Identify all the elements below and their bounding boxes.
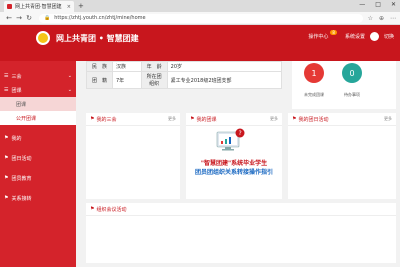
main-content: 民 族 汉族 年 龄 20岁 团 籍 7年 所在团组织 紧工专业2018级2班团… (76, 61, 400, 267)
back-icon[interactable]: ← (4, 14, 14, 22)
sidebar-subitem-tuanke[interactable]: 团课 (0, 97, 76, 111)
panel-my-sanhui: ⚑ 我的三会 更多 (86, 113, 180, 199)
new-tab-button[interactable]: + (78, 1, 84, 12)
league-age-label: 团 籍 (86, 71, 113, 89)
computer-illustration-icon: ? (216, 128, 245, 151)
panel-title: 组织会议活动 (96, 206, 127, 213)
org-value: 紧工专业2018级2班团支部 (166, 71, 283, 89)
sidebar-item-league-day[interactable]: ⚑ 团日活动 (0, 151, 76, 165)
flag-icon: ⚑ (4, 135, 9, 141)
sidebar-item-label: 关系接转 (11, 195, 32, 202)
window-controls: — □ ✕ (359, 1, 396, 8)
tab-close-icon[interactable]: × (67, 4, 71, 10)
collections-icon[interactable]: ⊕ (379, 15, 384, 22)
more-link[interactable]: 更多 (270, 116, 278, 122)
sidebar-subitem-public-tuanke[interactable]: 公开团课 (0, 111, 76, 125)
url-field[interactable]: 🔒 https://zhtj.youth.cn/zhtj/mine/home (39, 13, 363, 23)
unfinished-count[interactable]: 1 (304, 63, 324, 83)
maximize-button[interactable]: □ (375, 1, 381, 8)
table-row: 团 籍 7年 所在团组织 紧工专业2018级2班团支部 (86, 71, 283, 89)
flag-icon: ⚑ (190, 116, 195, 122)
ethnicity-value: 汉族 (112, 61, 142, 72)
guide-banner-line1[interactable]: "智慧团建"系统毕业学生 (186, 158, 282, 167)
unfinished-label: 未完成团课 (304, 92, 324, 97)
more-icon[interactable]: ⋯ (390, 15, 396, 22)
sidebar-item-label: 三会 (11, 73, 22, 80)
pending-count[interactable]: 0 (342, 63, 362, 83)
panel-title: 我的团课 (196, 116, 217, 123)
league-emblem-icon (36, 31, 50, 45)
age-label: 年 龄 (140, 61, 168, 72)
table-row: 民 族 汉族 年 龄 20岁 (86, 61, 283, 72)
avatar[interactable] (369, 32, 379, 41)
settings-link[interactable]: 系统设置 (345, 33, 365, 40)
flag-icon: ⚑ (292, 116, 297, 122)
flag-icon: ⚑ (4, 195, 9, 201)
menu-icon: ☰ (4, 73, 9, 79)
ops-center-link[interactable]: 操作中心 (308, 33, 328, 40)
member-info-table: 民 族 汉族 年 龄 20岁 团 籍 7年 所在团组织 紧工专业2018级2班团… (86, 61, 283, 89)
star-icon[interactable]: ☆ (368, 15, 373, 22)
browser-tools: ☆ ⊕ ⋯ (368, 15, 396, 22)
svg-text:?: ? (239, 130, 242, 137)
flag-icon: ⚑ (4, 155, 9, 161)
sidebar-item-label: 团员教育 (11, 175, 32, 182)
tab-title: 网上共青团·智慧团建 (15, 4, 62, 10)
sidebar-item-label: 团日活动 (11, 155, 32, 162)
sidebar-item-transfer[interactable]: ⚑ 关系接转 (0, 191, 76, 205)
more-link[interactable]: 更多 (384, 116, 392, 122)
page-body: ☰ 三会 ⌄ ☰ 团课 ⌄ 团课 公开团课 ⚑ 我的 ⚑ 团日活动 ⚑ 团员教育… (0, 61, 400, 267)
guide-banner-line2[interactable]: 团员团组织关系转接操作指引 (186, 167, 282, 176)
sidebar-item-tuanke[interactable]: ☰ 团课 ⌄ (0, 83, 76, 97)
panel-org-meetings: ⚑ 组织会议活动 (86, 203, 396, 263)
site-header: 网上共青团 • 智慧团建 操作中心 8 系统设置 切换 (0, 25, 400, 61)
chevron-down-icon: ⌄ (67, 73, 72, 79)
url-text: https://zhtj.youth.cn/zhtj/mine/home (54, 15, 146, 21)
switch-link[interactable]: 切换 (384, 33, 394, 40)
pending-label: 待办事项 (344, 92, 360, 97)
chevron-down-icon: ⌄ (67, 87, 72, 93)
panel-my-tuanke: ⚑ 我的团课 更多 ? "智慧团建"系统毕业学生 团员团组织关系转接操作指引 (186, 113, 282, 199)
sidebar-item-education[interactable]: ⚑ 团员教育 (0, 171, 76, 185)
lock-icon: 🔒 (44, 15, 51, 21)
flag-icon: ⚑ (90, 116, 95, 122)
header-links: 操作中心 8 系统设置 切换 (308, 30, 394, 41)
panel-my-league-day: ⚑ 我的团日活动 更多 (288, 113, 396, 199)
close-window-button[interactable]: ✕ (391, 1, 396, 8)
flag-icon: ⚑ (4, 175, 9, 181)
minimize-button[interactable]: — (359, 1, 365, 8)
org-label: 所在团组织 (140, 71, 168, 89)
more-link[interactable]: 更多 (168, 116, 176, 122)
sidebar-item-label: 团课 (11, 87, 22, 94)
sidebar-item-sanhui[interactable]: ☰ 三会 ⌄ (0, 69, 76, 83)
flag-icon: ⚑ (90, 206, 95, 212)
browser-tabbar: 网上共青团·智慧团建 × + — □ ✕ (0, 0, 400, 12)
age-value: 20岁 (166, 61, 283, 72)
stats-card: 1 0 未完成团课 待办事项 (292, 61, 396, 109)
league-age-value: 7年 (112, 71, 142, 89)
site-brand: 网上共青团 • 智慧团建 (56, 34, 139, 43)
menu-icon: ☰ (4, 87, 9, 93)
address-bar-row: ← → ↻ 🔒 https://zhtj.youth.cn/zhtj/mine/… (0, 12, 400, 25)
refresh-icon[interactable]: ↻ (24, 14, 34, 22)
sidebar-item-label: 我的 (11, 135, 22, 142)
browser-tab[interactable]: 网上共青团·智慧团建 × (4, 1, 74, 12)
sidebar-item-mine[interactable]: ⚑ 我的 (0, 131, 76, 145)
forward-icon[interactable]: → (14, 14, 24, 22)
notification-badge: 8 (330, 30, 337, 35)
ethnicity-label: 民 族 (86, 61, 113, 72)
panel-title: 我的三会 (96, 116, 117, 123)
panel-title: 我的团日活动 (298, 116, 329, 123)
sidebar: ☰ 三会 ⌄ ☰ 团课 ⌄ 团课 公开团课 ⚑ 我的 ⚑ 团日活动 ⚑ 团员教育… (0, 61, 76, 267)
favicon-icon (7, 4, 12, 9)
